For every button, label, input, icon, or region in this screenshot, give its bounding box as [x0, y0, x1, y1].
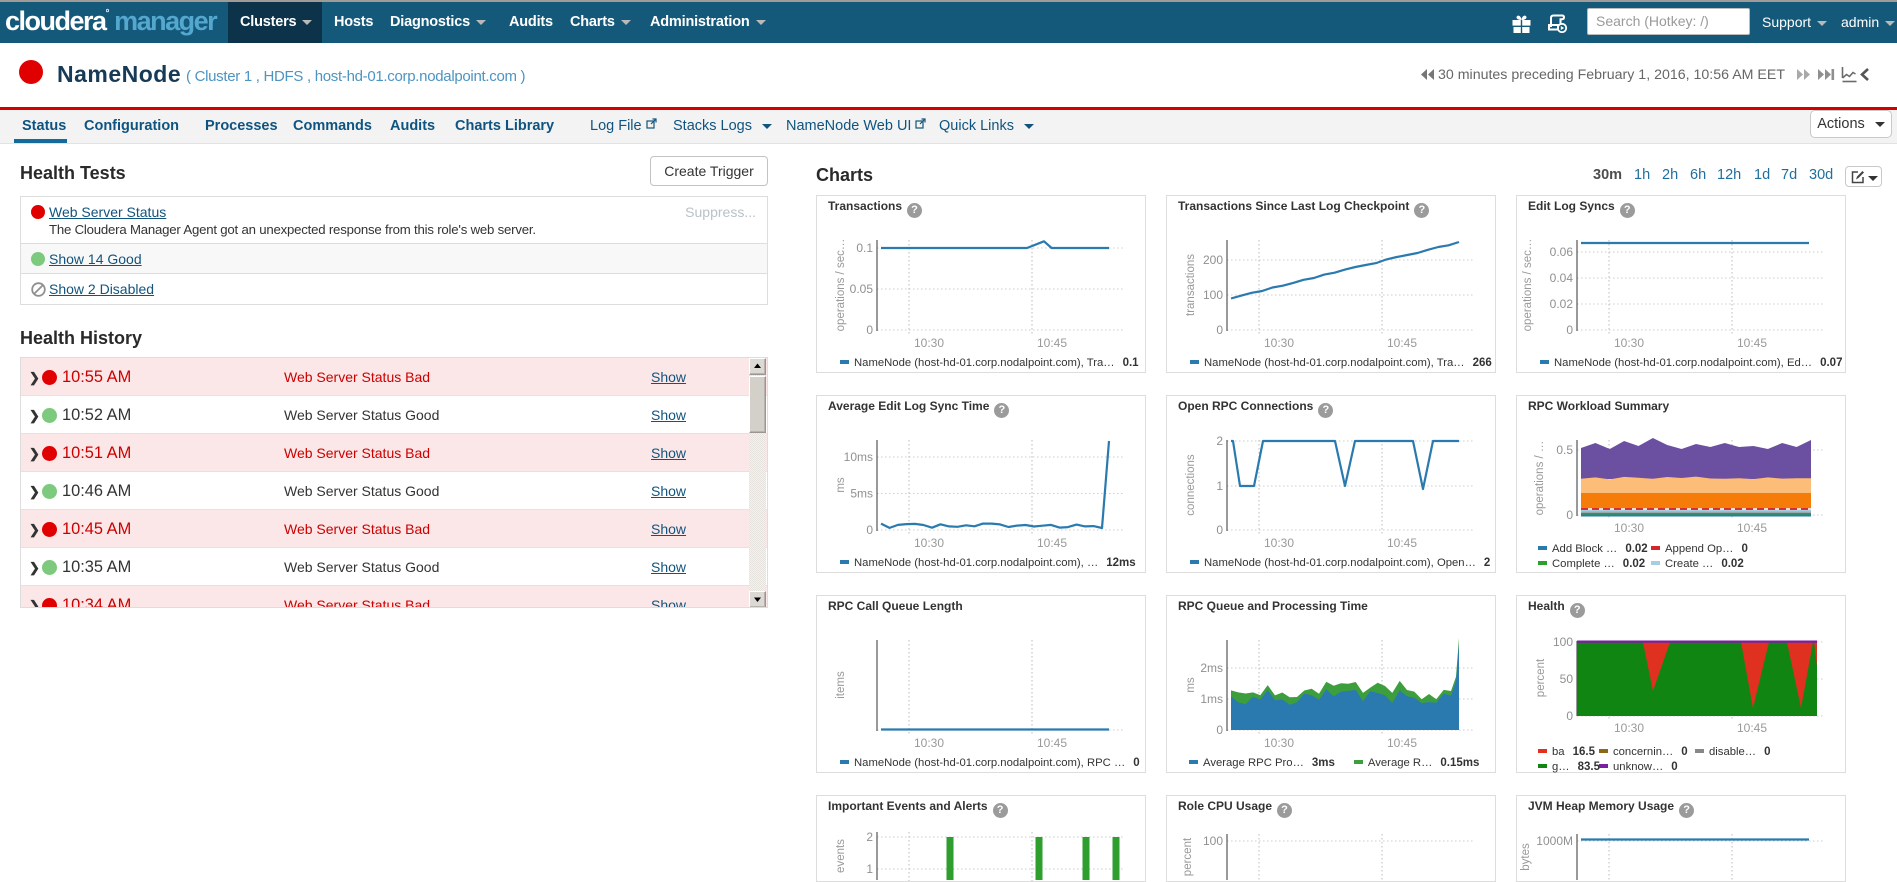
svg-text:10:30: 10:30: [1264, 736, 1294, 750]
svg-text:0.1: 0.1: [856, 241, 873, 255]
svg-text:10:45: 10:45: [1737, 721, 1767, 735]
svg-text:1: 1: [866, 862, 873, 876]
svg-text:items: items: [835, 671, 847, 699]
svg-text:10:30: 10:30: [1264, 336, 1294, 350]
svg-text:100: 100: [1203, 834, 1223, 848]
svg-text:10:30: 10:30: [1264, 536, 1294, 550]
svg-text:0.05: 0.05: [850, 282, 874, 296]
svg-text:0: 0: [1216, 723, 1223, 737]
svg-text:operations / …: operations / …: [1534, 441, 1546, 516]
svg-text:200: 200: [1203, 253, 1223, 267]
svg-text:10:30: 10:30: [1614, 721, 1644, 735]
svg-text:50: 50: [1560, 672, 1574, 686]
svg-text:1ms: 1ms: [1200, 692, 1223, 706]
svg-text:connections: connections: [1185, 454, 1197, 516]
svg-text:10:45: 10:45: [1387, 336, 1417, 350]
svg-text:percent: percent: [1535, 658, 1547, 697]
svg-text:10:45: 10:45: [1737, 521, 1767, 535]
svg-text:percent: percent: [1182, 837, 1194, 876]
svg-text:100: 100: [1203, 288, 1223, 302]
svg-text:2: 2: [866, 830, 873, 844]
svg-text:0: 0: [866, 323, 873, 337]
svg-text:1: 1: [1216, 479, 1223, 493]
svg-text:10:30: 10:30: [914, 336, 944, 350]
svg-text:10:45: 10:45: [1387, 736, 1417, 750]
svg-text:0: 0: [1216, 323, 1223, 337]
svg-text:10ms: 10ms: [844, 450, 873, 464]
svg-text:10:30: 10:30: [1614, 336, 1644, 350]
svg-text:10:45: 10:45: [1387, 536, 1417, 550]
svg-text:100: 100: [1553, 635, 1573, 649]
svg-text:0: 0: [1566, 709, 1573, 723]
svg-text:0.06: 0.06: [1550, 245, 1574, 259]
svg-text:2ms: 2ms: [1200, 661, 1223, 675]
svg-text:10:45: 10:45: [1037, 736, 1067, 750]
svg-text:2: 2: [1216, 434, 1223, 448]
svg-text:0: 0: [1566, 323, 1573, 337]
svg-text:0.5: 0.5: [1556, 443, 1573, 457]
svg-text:operations / sec…: operations / sec…: [835, 239, 847, 332]
svg-text:ms: ms: [835, 477, 847, 493]
svg-text:10:45: 10:45: [1037, 536, 1067, 550]
svg-text:10:45: 10:45: [1037, 336, 1067, 350]
svg-text:0: 0: [1566, 508, 1573, 522]
svg-text:0: 0: [866, 523, 873, 537]
svg-text:10:30: 10:30: [914, 536, 944, 550]
svg-text:0.02: 0.02: [1550, 297, 1574, 311]
svg-text:bytes: bytes: [1520, 843, 1532, 871]
svg-text:0.04: 0.04: [1550, 271, 1574, 285]
svg-text:1000M: 1000M: [1536, 834, 1573, 848]
svg-text:0: 0: [1216, 523, 1223, 537]
svg-text:10:30: 10:30: [1614, 521, 1644, 535]
svg-text:ms: ms: [1185, 677, 1197, 693]
svg-text:10:45: 10:45: [1737, 336, 1767, 350]
svg-text:events: events: [835, 839, 847, 873]
svg-text:5ms: 5ms: [850, 487, 873, 501]
svg-text:transactions: transactions: [1185, 254, 1197, 316]
svg-text:operations / sec…: operations / sec…: [1522, 239, 1534, 332]
svg-text:10:30: 10:30: [914, 736, 944, 750]
